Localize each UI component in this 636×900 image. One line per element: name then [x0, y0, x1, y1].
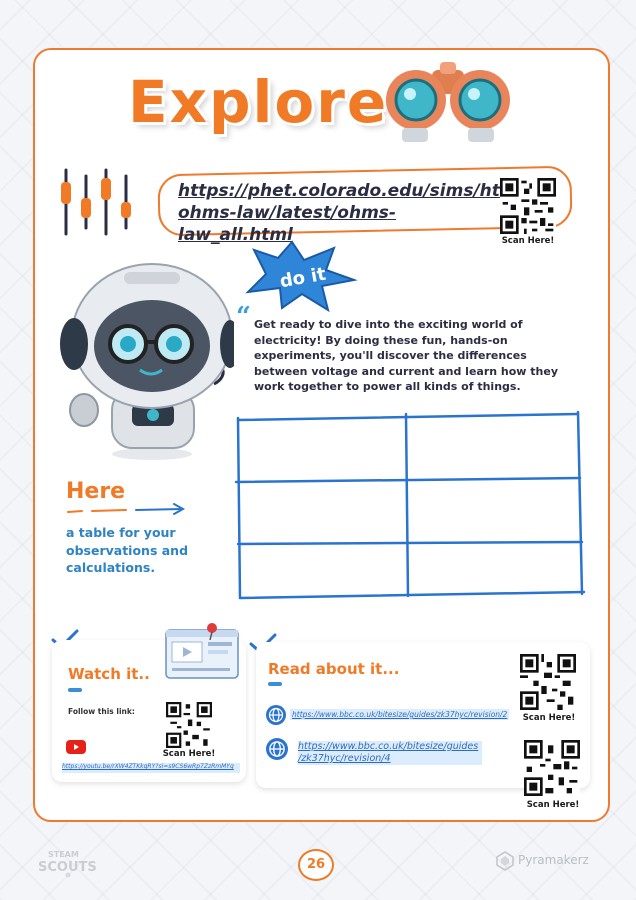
- read-dash: [268, 682, 282, 686]
- scan-label-watch: Scan Here!: [162, 749, 216, 759]
- bbc-link-2[interactable]: https://www.bbc.co.uk/bitesize/guides /z…: [298, 741, 482, 765]
- here-title: Here: [66, 479, 126, 504]
- phet-link[interactable]: https://phet.colorado.edu/sims/html/ ohm…: [178, 180, 530, 246]
- here-subtitle: a table for your observations and calcul…: [66, 525, 189, 575]
- globe-icon: [266, 705, 286, 725]
- phet-link-line1: https://phet.colorado.edu/sims/html/: [178, 181, 530, 201]
- page-title: Explore: [128, 68, 389, 136]
- robot-illustration: [60, 263, 234, 460]
- qr-code-main[interactable]: [500, 178, 556, 234]
- youtube-icon[interactable]: [66, 739, 86, 755]
- arrow-right-icon: [67, 503, 186, 515]
- observation-table: [234, 410, 586, 600]
- globe-icon: [266, 738, 288, 760]
- qr-code-read-1[interactable]: [520, 654, 576, 710]
- read-title: Read about it...: [268, 660, 400, 678]
- qr-code-read-2[interactable]: [524, 740, 580, 796]
- equalizer-icon: [61, 168, 131, 236]
- bbc-link-1[interactable]: https://www.bbc.co.uk/bitesize/guides/zk…: [290, 709, 510, 720]
- pyramakerz-logo-icon: [496, 851, 514, 871]
- intro-text: Get ready to dive into the exciting worl…: [254, 318, 559, 393]
- do-it-badge: do it: [245, 240, 358, 312]
- watch-dash: [68, 688, 82, 692]
- follow-label: Follow this link:: [68, 707, 135, 716]
- bbc-link-2-line1: https://www.bbc.co.uk/bitesize/guides: [298, 741, 479, 752]
- quote-mark-icon: “: [236, 302, 251, 332]
- youtube-link[interactable]: https://youtu.be/rXW4ZTKkqRY?si=s9CS6wRp…: [62, 763, 240, 773]
- scan-label-read-1: Scan Here!: [522, 713, 576, 723]
- video-player-icon: [165, 623, 239, 679]
- pyramakerz-logo: Pyramakerz: [518, 853, 589, 867]
- scan-label-main: Scan Here!: [501, 236, 555, 246]
- bbc-link-2-line2: /zk37hyc/revision/4: [298, 753, 391, 764]
- steam-logo-line1: STEAM: [48, 850, 79, 859]
- steam-scouts-logo: STEAM SCOUTS: [38, 850, 97, 878]
- qr-code-watch[interactable]: [166, 702, 212, 748]
- scan-label-read-2: Scan Here!: [526, 800, 580, 810]
- watch-title: Watch it..: [68, 665, 150, 683]
- binoculars-icon: [386, 62, 510, 142]
- page-number: 26: [298, 849, 334, 881]
